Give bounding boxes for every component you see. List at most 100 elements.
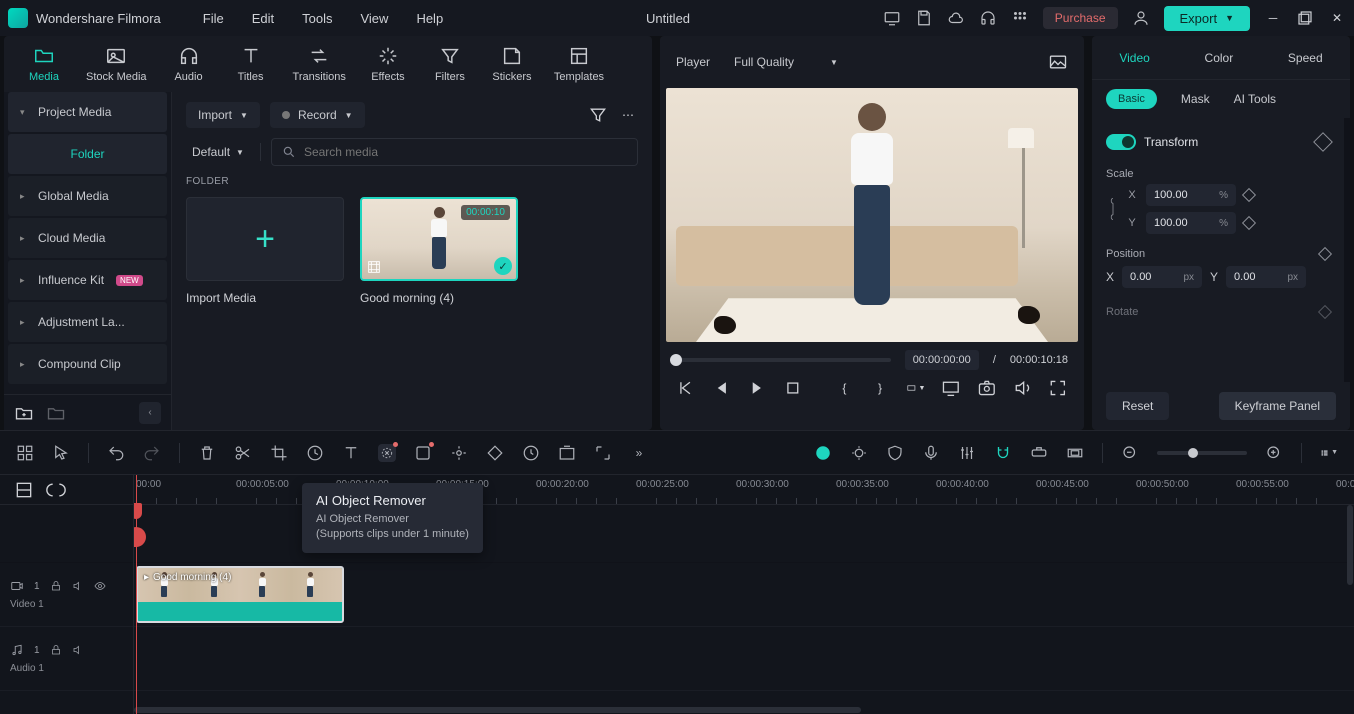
- shield-icon[interactable]: [886, 444, 904, 462]
- user-icon[interactable]: [1132, 9, 1150, 27]
- new-bin-icon[interactable]: [46, 403, 66, 423]
- zoom-in-icon[interactable]: [1265, 444, 1283, 462]
- scale-x-input[interactable]: 100.00%: [1146, 184, 1236, 206]
- prev-frame-button[interactable]: [676, 378, 696, 398]
- play-button[interactable]: [747, 378, 767, 398]
- video-track-row[interactable]: ▸Good morning (4): [134, 563, 1354, 627]
- inspector-tab-color[interactable]: Color: [1199, 43, 1240, 73]
- search-input[interactable]: [304, 145, 627, 159]
- keyframe-icon[interactable]: [1242, 188, 1256, 202]
- lock-icon[interactable]: [50, 580, 62, 592]
- audio-track-row[interactable]: [134, 627, 1354, 691]
- keyframe-icon[interactable]: [1242, 216, 1256, 230]
- collapse-sidebar-button[interactable]: ‹: [139, 402, 161, 424]
- menu-edit[interactable]: Edit: [242, 5, 284, 32]
- export-button[interactable]: Export▼: [1164, 6, 1251, 31]
- video-clip[interactable]: ▸Good morning (4): [136, 566, 344, 623]
- tab-stickers[interactable]: Stickers: [486, 41, 538, 87]
- playhead[interactable]: [136, 475, 137, 714]
- ratio-button[interactable]: ▼: [906, 378, 926, 398]
- track-header-audio[interactable]: 1 Audio 1: [0, 627, 133, 691]
- motion-tracking-icon[interactable]: [450, 444, 468, 462]
- mute-icon[interactable]: [72, 580, 84, 592]
- track-header-video[interactable]: 1 Video 1: [0, 563, 133, 627]
- scrubber-handle[interactable]: [670, 354, 682, 366]
- tab-templates[interactable]: Templates: [548, 41, 610, 87]
- import-media-tile[interactable]: + Import Media: [186, 197, 344, 305]
- overlay-icon[interactable]: [1066, 444, 1084, 462]
- subtab-ai-tools[interactable]: AI Tools: [1234, 92, 1276, 106]
- close-button[interactable]: ✕: [1328, 9, 1346, 27]
- color-icon[interactable]: [414, 444, 432, 462]
- more-tools-icon[interactable]: »: [630, 444, 648, 462]
- undo-icon[interactable]: [107, 444, 125, 462]
- tab-transitions[interactable]: Transitions: [287, 41, 352, 87]
- sort-select[interactable]: Default▼: [186, 141, 250, 163]
- keyframe-panel-button[interactable]: Keyframe Panel: [1219, 392, 1336, 420]
- scale-y-input[interactable]: 100.00%: [1146, 212, 1236, 234]
- tab-filters[interactable]: Filters: [424, 41, 476, 87]
- player-preview[interactable]: [666, 88, 1078, 342]
- magnet-icon[interactable]: [994, 444, 1012, 462]
- horizontal-scrollbar[interactable]: [134, 706, 1346, 714]
- tab-effects[interactable]: Effects: [362, 41, 414, 87]
- purchase-button[interactable]: Purchase: [1043, 7, 1118, 29]
- new-folder-icon[interactable]: [14, 403, 34, 423]
- sidebar-item-project-media[interactable]: ▾Project Media: [8, 92, 167, 132]
- voiceover-icon[interactable]: [850, 444, 868, 462]
- ai-object-remover-icon[interactable]: [378, 444, 396, 462]
- more-icon[interactable]: ⋯: [618, 105, 638, 125]
- view-mode-icon[interactable]: ▼: [1320, 444, 1338, 462]
- zoom-out-icon[interactable]: [1121, 444, 1139, 462]
- volume-button[interactable]: [1013, 378, 1033, 398]
- subtab-mask[interactable]: Mask: [1181, 92, 1210, 106]
- quality-select[interactable]: Full Quality▼: [734, 55, 838, 69]
- mic-icon[interactable]: [922, 444, 940, 462]
- keyframe-tool-icon[interactable]: [486, 444, 504, 462]
- media-clip-tile[interactable]: 00:00:10 ✓ Good morning (4): [360, 197, 518, 305]
- filter-icon[interactable]: [588, 105, 608, 125]
- auto-ripple-icon[interactable]: [46, 480, 66, 500]
- position-x-input[interactable]: 0.00px: [1122, 266, 1202, 288]
- headphones-icon[interactable]: [979, 9, 997, 27]
- keyframe-icon[interactable]: [1318, 247, 1332, 261]
- zoom-slider[interactable]: [1157, 451, 1247, 455]
- keyframe-icon[interactable]: [1313, 132, 1333, 152]
- speed-icon[interactable]: [306, 444, 324, 462]
- sidebar-item-adjustment-layer[interactable]: ▸Adjustment La...: [8, 302, 167, 342]
- inspector-tab-video[interactable]: Video: [1113, 43, 1155, 73]
- mute-icon[interactable]: [72, 644, 84, 656]
- menu-tools[interactable]: Tools: [292, 5, 342, 32]
- save-icon[interactable]: [915, 9, 933, 27]
- tab-stock-media[interactable]: Stock Media: [80, 41, 153, 87]
- reset-button[interactable]: Reset: [1106, 392, 1169, 420]
- menu-file[interactable]: File: [193, 5, 234, 32]
- maximize-button[interactable]: [1296, 9, 1314, 27]
- cloud-icon[interactable]: [947, 9, 965, 27]
- delete-icon[interactable]: [198, 444, 216, 462]
- import-button[interactable]: Import▼: [186, 102, 260, 128]
- marker-icon[interactable]: [522, 444, 540, 462]
- mark-in-button[interactable]: {: [835, 378, 855, 398]
- mark-out-button[interactable]: }: [870, 378, 890, 398]
- lock-icon[interactable]: [50, 644, 62, 656]
- tab-media[interactable]: Media: [18, 41, 70, 87]
- player-tab[interactable]: Player: [676, 55, 710, 69]
- play-backward-button[interactable]: [712, 378, 732, 398]
- menu-view[interactable]: View: [350, 5, 398, 32]
- minimize-button[interactable]: ─: [1264, 9, 1282, 27]
- select-tool-icon[interactable]: [52, 444, 70, 462]
- split-icon[interactable]: [234, 444, 252, 462]
- menu-help[interactable]: Help: [406, 5, 453, 32]
- device-icon[interactable]: [883, 9, 901, 27]
- scrubber[interactable]: [676, 358, 891, 362]
- tab-audio[interactable]: Audio: [163, 41, 215, 87]
- sidebar-sub-folder[interactable]: Folder: [8, 134, 167, 174]
- position-y-input[interactable]: 0.00px: [1226, 266, 1306, 288]
- sidebar-item-influence-kit[interactable]: ▸Influence KitNEW: [8, 260, 167, 300]
- sidebar-item-global-media[interactable]: ▸Global Media: [8, 176, 167, 216]
- sidebar-item-compound-clip[interactable]: ▸Compound Clip: [8, 344, 167, 384]
- apps-icon[interactable]: [1011, 9, 1029, 27]
- screenshot-icon[interactable]: [558, 444, 576, 462]
- inspector-tab-speed[interactable]: Speed: [1282, 43, 1329, 73]
